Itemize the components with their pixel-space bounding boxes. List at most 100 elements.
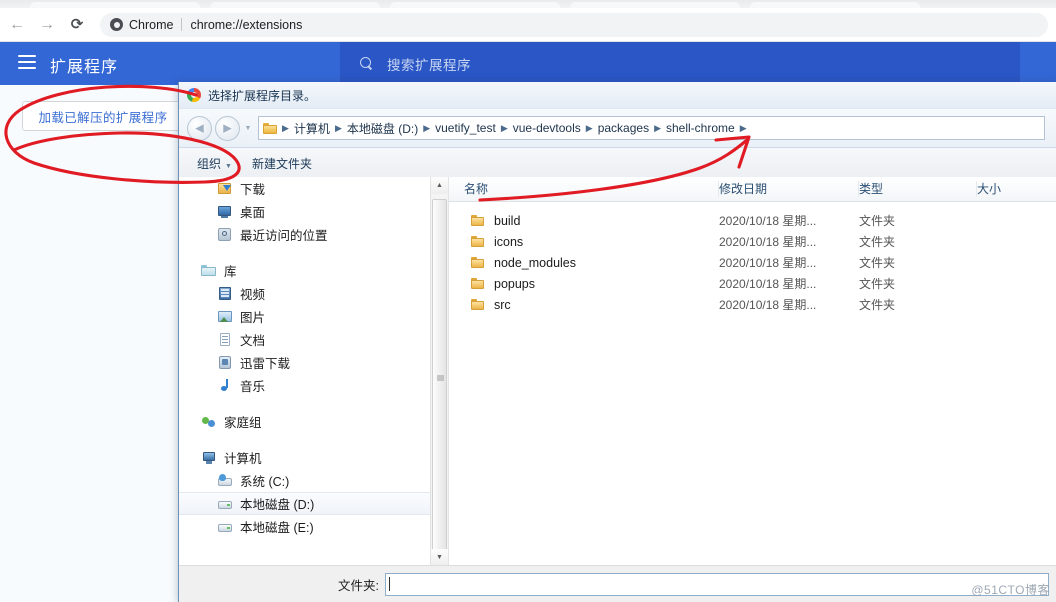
cell-type: 文件夹 (859, 298, 896, 312)
breadcrumb-item-0[interactable]: 计算机 (291, 120, 333, 137)
folder-icon (471, 256, 485, 269)
new-folder-button[interactable]: 新建文件夹 (242, 155, 322, 172)
tree-item[interactable]: 迅雷下载 (179, 351, 431, 374)
search-box[interactable]: 搜索扩展程序 (340, 42, 1020, 85)
history-dropdown-icon[interactable]: ▼ (242, 125, 254, 132)
dialog-toolbar: 组织 ▼ 新建文件夹 (179, 148, 1056, 179)
tree-item[interactable]: 下载 (179, 177, 431, 200)
breadcrumb-item-2[interactable]: vuetify_test (432, 121, 499, 135)
dialog-main: 下载 桌面 最近访问的位置库视频图片文档迅雷下载音乐家庭组计算机系统 (C:) 本地磁… (179, 177, 1056, 566)
tree-item[interactable]: 最近访问的位置 (179, 223, 431, 246)
table-row[interactable]: popups 2020/10/18 星期... 文件夹 (449, 273, 1056, 294)
back-icon[interactable]: ← (4, 12, 30, 38)
folder-name-input[interactable] (385, 572, 1049, 596)
search-input[interactable]: 搜索扩展程序 (387, 54, 471, 74)
breadcrumb-item-4[interactable]: packages (595, 121, 652, 135)
library-icon (201, 263, 217, 278)
file-name: popups (494, 276, 536, 291)
tree-item-label: 家庭组 (224, 416, 262, 430)
table-row[interactable]: build 2020/10/18 星期... 文件夹 (449, 210, 1056, 231)
cell-name: build (449, 214, 719, 228)
cell-date: 2020/10/18 星期... (719, 298, 817, 312)
address-breadcrumb-bar[interactable]: ▶ 计算机 ▶ 本地磁盘 (D:) ▶ vuetify_test ▶ vue-d… (258, 116, 1045, 140)
address-bar[interactable]: Chrome chrome://extensions (100, 12, 1048, 37)
forward-circle-icon[interactable]: ▶ (215, 115, 240, 141)
scroll-down-icon[interactable]: ▼ (431, 549, 448, 566)
tree-item[interactable]: 桌面 (179, 200, 431, 223)
scroll-up-icon[interactable]: ▲ (431, 177, 448, 194)
omnibox-divider (181, 18, 183, 31)
tree-item[interactable]: 本地磁盘 (E:) (179, 515, 431, 538)
cell-type: 文件夹 (859, 256, 896, 270)
table-row[interactable]: node_modules 2020/10/18 星期... 文件夹 (449, 252, 1056, 273)
tree-item-label: 文档 (240, 334, 266, 348)
tree-item-label: 系统 (C:) (240, 475, 290, 489)
dialog-nav-bar: ◀ ▶ ▼ ▶ 计算机 ▶ 本地磁盘 (D:) ▶ vuetify_test ▶… (179, 109, 1056, 148)
homegroup-icon (201, 414, 217, 429)
dialog-title: 选择扩展程序目录。 (208, 88, 317, 103)
table-row[interactable]: icons 2020/10/18 星期... 文件夹 (449, 231, 1056, 252)
downloads-icon (217, 181, 233, 196)
tree-item[interactable]: 文档 (179, 328, 431, 351)
tree-item-label: 图片 (240, 311, 266, 325)
tree-item[interactable]: 视频 (179, 282, 431, 305)
tree-item-label: 视频 (240, 288, 266, 302)
column-header-name[interactable]: 名称 (449, 181, 719, 197)
folder-icon (471, 277, 485, 290)
watermark: @51CTO博客 (971, 583, 1050, 597)
video-icon (217, 286, 233, 301)
file-name: node_modules (494, 255, 577, 270)
reload-icon[interactable]: ⟳ (64, 12, 90, 38)
tree-item-label: 迅雷下载 (240, 357, 291, 371)
breadcrumb-item-1[interactable]: 本地磁盘 (D:) (344, 120, 421, 137)
tree-group-gap (179, 397, 431, 410)
cell-type: 文件夹 (859, 214, 896, 228)
tree-item[interactable]: 图片 (179, 305, 431, 328)
load-unpacked-button[interactable]: 加载已解压的扩展程序 (22, 101, 184, 131)
cell-name: node_modules (449, 256, 719, 270)
omnibox-chip-label: Chrome (129, 17, 174, 32)
tree-group-gap (179, 246, 431, 259)
folder-field-label: 文件夹: (338, 578, 379, 593)
xunlei-icon (217, 355, 233, 370)
breadcrumb-separator: ▶ (282, 122, 289, 133)
breadcrumb-separator: ▶ (654, 122, 661, 133)
tree-item[interactable]: 计算机 (179, 446, 431, 469)
tree-item[interactable]: 系统 (C:) (179, 469, 431, 492)
omnibox-url: chrome://extensions (190, 17, 303, 32)
tree-item-label: 计算机 (224, 452, 262, 466)
tree-item[interactable]: 音乐 (179, 374, 431, 397)
tree-item-label: 音乐 (240, 380, 266, 394)
search-icon (360, 57, 373, 70)
breadcrumb-separator: ▶ (739, 122, 747, 133)
tree-item[interactable]: 本地磁盘 (D:) (179, 492, 431, 515)
drive-icon (217, 496, 233, 511)
folder-icon (471, 298, 485, 311)
hamburger-icon[interactable] (18, 55, 36, 69)
column-header-type[interactable]: 类型 (859, 181, 977, 197)
tree-scrollbar[interactable]: ▲ ▼ (430, 177, 448, 566)
drive-icon (217, 519, 233, 534)
forward-icon[interactable]: → (34, 12, 60, 38)
column-header-size[interactable]: 大小 (977, 181, 1056, 197)
scrollbar-thumb[interactable] (432, 199, 447, 556)
organize-button[interactable]: 组织 ▼ (187, 155, 242, 172)
pictures-icon (217, 309, 233, 324)
navigation-tree: 下载 桌面 最近访问的位置库视频图片文档迅雷下载音乐家庭组计算机系统 (C:) 本地磁… (179, 177, 431, 566)
breadcrumb-separator: ▶ (585, 122, 593, 133)
table-row[interactable]: src 2020/10/18 星期... 文件夹 (449, 294, 1056, 315)
tree-item[interactable]: 库 (179, 259, 431, 282)
computer-icon (201, 450, 217, 465)
breadcrumb-item-3[interactable]: vue-devtools (510, 121, 584, 135)
breadcrumb-item-5[interactable]: shell-chrome (663, 121, 738, 135)
back-circle-icon[interactable]: ◀ (187, 115, 212, 141)
cell-name: src (449, 298, 719, 312)
file-name: build (494, 213, 521, 228)
dialog-footer: 文件夹: (179, 565, 1056, 602)
column-header-date[interactable]: 修改日期 (719, 181, 859, 197)
tree-group-gap (179, 433, 431, 446)
tree-item[interactable]: 家庭组 (179, 410, 431, 433)
folder-picker-dialog: 选择扩展程序目录。 ◀ ▶ ▼ ▶ 计算机 ▶ 本地磁盘 (D:) ▶ vuet… (178, 82, 1056, 602)
page-title: 扩展程序 (50, 59, 119, 76)
file-name: src (494, 297, 511, 312)
